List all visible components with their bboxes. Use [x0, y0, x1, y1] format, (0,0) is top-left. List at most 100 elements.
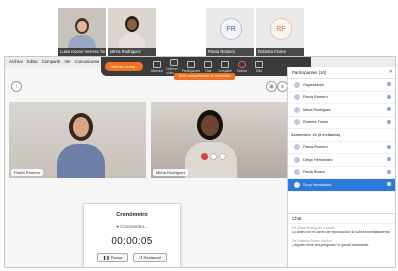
stop-sharing-button[interactable]: Detener comp...	[105, 62, 144, 71]
chat-title: Chat	[288, 214, 395, 224]
video-tile-left[interactable]: Flavia Romero	[9, 102, 146, 178]
participant-row[interactable]: Organizador	[288, 79, 395, 92]
participant-row-name: Mirna Rodriguez	[303, 107, 331, 112]
video-name-label: Flavia Romero	[11, 169, 44, 176]
participant-row[interactable]: Roberta Flores	[288, 117, 395, 129]
participant-row[interactable]: Mirna Rodriguez	[288, 104, 395, 117]
menu-item-ver[interactable]: Ver	[64, 57, 70, 67]
toolbar-item-label: Grabar	[237, 68, 247, 73]
mic-icon	[387, 82, 391, 86]
mic-icon	[387, 169, 391, 174]
toolbar-item-label: Compartir	[217, 68, 232, 73]
menu-item-editar[interactable]: Editar	[27, 57, 38, 67]
participant-name: Luisa Koone Herrera Tor...	[58, 48, 106, 56]
sharing-banner: Está compartiendo su contenido	[174, 73, 236, 80]
avatar	[294, 169, 300, 176]
toolbar-item-label: Silenciar	[150, 68, 164, 73]
mic-icon	[387, 144, 391, 149]
toolbar-item-label: Más	[255, 68, 262, 73]
participant-face	[127, 19, 137, 30]
participant-name: Flavia Romero	[206, 48, 254, 56]
call-controls	[201, 153, 226, 160]
record-icon	[237, 60, 246, 68]
chat-message: De Mirna Rodriguez a todos: Lo antes con…	[288, 224, 395, 237]
mic-icon	[387, 107, 391, 111]
participant-group-header[interactable]: Asistentes: 10 (5 invitados)	[288, 129, 395, 142]
chat-panel: Chat De Mirna Rodriguez a todos: Lo ante…	[288, 213, 395, 267]
avatar	[294, 81, 300, 88]
camera-icon	[169, 58, 178, 66]
top-tile-participant-2[interactable]: Mirna Rodriguez	[108, 8, 156, 56]
participant-body	[57, 144, 105, 178]
layout-icon[interactable]: ⊞	[266, 81, 277, 92]
avatar-initials: FR	[220, 18, 242, 40]
toolbar-item-more[interactable]: Más	[251, 58, 266, 75]
participant-row-name: Organizador	[303, 82, 324, 87]
stopwatch-title: Cronómetro	[116, 212, 148, 218]
participant-row-name: Flavia Romero	[303, 95, 328, 100]
stopwatch-status: ● Cronómetro...	[116, 224, 148, 229]
video-tile-right[interactable]: Mirna Rodriguez	[151, 102, 287, 178]
participant-row[interactable]: Paola Rivera	[288, 167, 395, 179]
more-icon	[254, 60, 263, 68]
toolbar-item-label: Participantes	[181, 68, 201, 73]
people-icon	[186, 60, 195, 68]
participant-row[interactable]: Flavia Romero	[288, 92, 395, 104]
stopwatch-widget: Cronómetro ● Cronómetro... 00:00:05 ❚❚ P…	[83, 203, 181, 267]
mic-icon	[387, 119, 391, 124]
participant-body	[68, 35, 96, 49]
participant-face	[77, 21, 87, 32]
avatar	[294, 156, 300, 163]
mic-icon	[387, 182, 391, 186]
mic-icon	[387, 157, 391, 161]
participant-row-name: Paola Rivera	[303, 170, 325, 175]
avatar	[294, 94, 300, 101]
menu-item-archivo[interactable]: Archivo	[9, 57, 23, 67]
participant-body	[185, 142, 237, 178]
toolbar-item-record[interactable]: Grabar	[234, 58, 249, 75]
toolbar-item-label: Chat	[204, 68, 212, 73]
avatar	[294, 181, 300, 188]
collapse-icon[interactable]: ↑	[11, 81, 22, 92]
menu-item-compartir[interactable]: Compartir	[42, 57, 60, 67]
avatar	[294, 119, 300, 126]
participant-row-selected[interactable]: Sony Hernández	[288, 179, 395, 192]
end-call-icon[interactable]	[201, 153, 208, 160]
settings-icon[interactable]	[219, 153, 226, 160]
chat-message: De Roberta Flores a todos: ¿Alguien tien…	[288, 237, 395, 250]
toolbar-item-mute[interactable]: Silenciar	[149, 58, 164, 75]
chat-message-text: ¿Alguien tiene otra pregunta? lo quedó c…	[292, 243, 370, 248]
avatar-initials: RF	[270, 18, 292, 40]
top-tile-participant-3[interactable]: FR Flavia Romero	[206, 8, 254, 56]
mic-icon	[387, 94, 391, 99]
participant-row[interactable]: Diego Hernández	[288, 154, 395, 167]
pause-button[interactable]: ❚❚ Pausa	[96, 253, 129, 262]
participant-row-name: Diego Hernández	[303, 157, 333, 162]
share-icon	[220, 60, 229, 68]
panel-title: Participantes (10)	[292, 70, 327, 75]
participant-face	[201, 115, 219, 136]
reset-button[interactable]: ↺ Restaurar	[133, 253, 168, 262]
mic-icon	[152, 60, 161, 68]
chat-message-text: Lo antes con el correo de reproducción l…	[292, 230, 391, 235]
avatar	[294, 106, 300, 113]
participant-row-name: Sony Hernández	[303, 182, 332, 187]
top-tile-participant-4[interactable]: RF Roberta Flores	[256, 8, 304, 56]
participant-row[interactable]: Flavia Romero	[288, 142, 395, 154]
participant-row-name: Roberta Flores	[303, 120, 329, 125]
video-stage: ↑ ⊞ ≡ Flavia Romero Mirna Rodriguez Cron…	[5, 69, 288, 267]
chat-icon	[203, 60, 212, 68]
panel-header: Participantes (10) ✕	[288, 67, 395, 79]
participant-name: Roberta Flores	[256, 48, 304, 56]
video-name-label: Mirna Rodriguez	[153, 169, 189, 176]
avatar	[294, 144, 300, 151]
participants-panel: Participantes (10) ✕ Organizador Flavia …	[287, 67, 395, 267]
participant-row-name: Flavia Romero	[303, 145, 328, 150]
stopwatch-time: 00:00:05	[111, 236, 153, 247]
close-icon[interactable]: ✕	[389, 67, 393, 78]
more-icon[interactable]	[210, 153, 217, 160]
top-tile-participant-1[interactable]: Luisa Koone Herrera Tor...	[58, 8, 106, 56]
menu-item-comunicarse[interactable]: Comunicarse	[75, 57, 100, 67]
participant-body	[119, 33, 145, 49]
top-participant-strip: Luisa Koone Herrera Tor... Mirna Rodrigu…	[58, 8, 356, 56]
